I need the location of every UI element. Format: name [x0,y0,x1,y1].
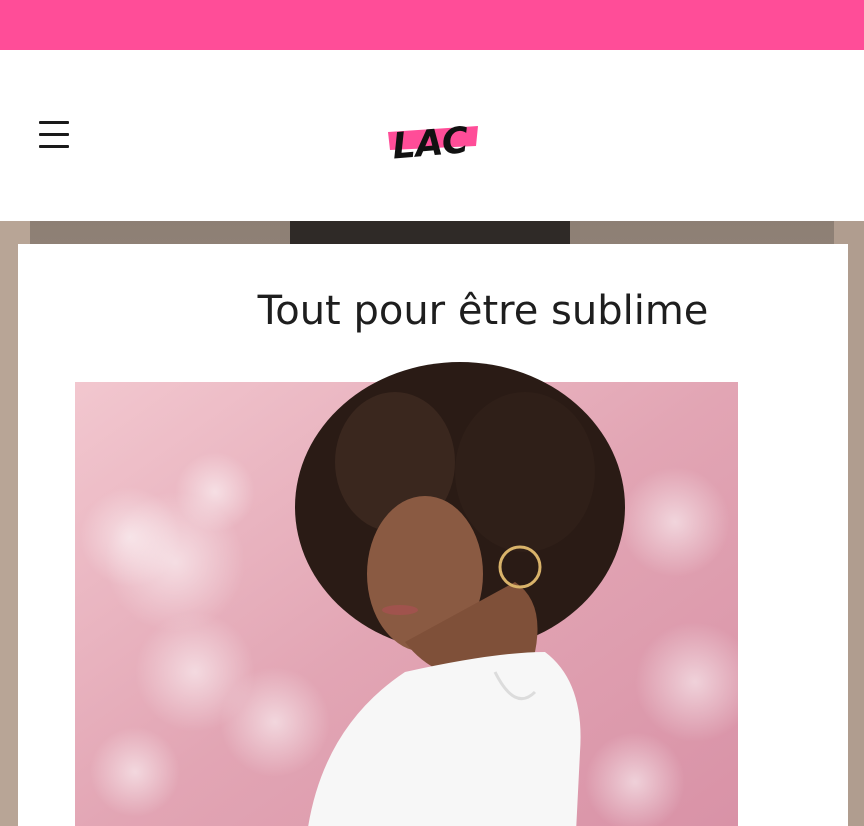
promo-top-bar [0,0,864,50]
site-header: LAC [0,50,864,221]
hero-card: Tout pour être sublime [18,244,848,826]
hamburger-menu-icon[interactable] [37,121,71,151]
hero-title: Tout pour être sublime [257,288,709,334]
site-logo[interactable]: LAC [386,112,482,160]
hero-section: Tout pour être sublime [0,221,864,826]
logo-text: LAC [391,120,471,160]
hero-portrait-image [75,362,738,826]
